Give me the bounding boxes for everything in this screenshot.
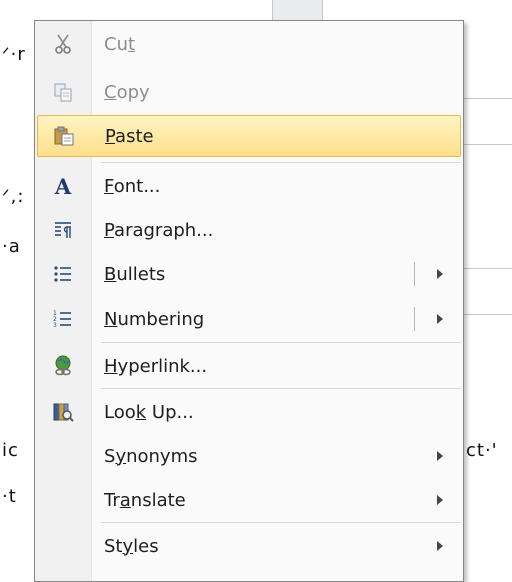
document-text: ic <box>2 440 19 461</box>
submenu-arrow-icon[interactable] <box>437 269 443 279</box>
menu-item-paste[interactable]: Paste <box>37 115 461 157</box>
menu-item-label: Paragraph... <box>104 219 214 241</box>
menu-item-numbering[interactable]: 1 2 3 Numbering <box>37 298 461 340</box>
context-menu: Cut Copy Paste A Font... Paragraph... Bu… <box>34 20 464 582</box>
menu-item-paragraph[interactable]: Paragraph... <box>37 209 461 251</box>
table-border <box>462 268 512 269</box>
paragraph-icon <box>37 209 89 251</box>
menu-item-cut[interactable]: Cut <box>37 23 461 65</box>
menu-item-label: Bullets <box>104 263 166 285</box>
menu-item-label: Paste <box>105 125 154 147</box>
menu-item-label: Look Up... <box>104 401 194 423</box>
menu-icon-placeholder <box>37 479 89 521</box>
submenu-arrow-icon <box>437 495 443 505</box>
copy-icon <box>37 71 89 113</box>
menu-icon-placeholder <box>37 435 89 477</box>
menu-item-label: Numbering <box>104 308 205 330</box>
menu-item-label: Synonyms <box>104 445 198 467</box>
document-text: ᐟ,: <box>2 186 25 207</box>
submenu-arrow-icon <box>437 451 443 461</box>
menu-item-copy[interactable]: Copy <box>37 71 461 113</box>
numbering-icon: 1 2 3 <box>37 298 89 340</box>
document-text: ·t <box>2 486 17 507</box>
menu-item-label: Styles <box>104 535 159 557</box>
svg-text:3: 3 <box>53 322 57 329</box>
table-border <box>462 98 512 99</box>
split-button-divider <box>414 307 415 331</box>
document-text: ᐟ·r <box>2 44 26 65</box>
menu-item-label: Copy <box>104 81 150 103</box>
document-text: ·a <box>2 236 21 257</box>
hyperlink-icon <box>37 345 89 387</box>
scissors-icon <box>37 23 89 65</box>
bullets-icon <box>37 253 89 295</box>
menu-item-label: Font... <box>104 175 161 197</box>
menu-separator <box>101 388 461 389</box>
menu-item-label: Cut <box>104 33 136 55</box>
menu-item-styles[interactable]: Styles <box>37 525 461 567</box>
menu-item-look-up[interactable]: Look Up... <box>37 391 461 433</box>
table-border <box>462 144 512 145</box>
menu-separator <box>101 342 461 343</box>
menu-icon-placeholder <box>37 525 89 567</box>
menu-item-label: Translate <box>104 489 186 511</box>
menu-item-hyperlink[interactable]: Hyperlink... <box>37 345 461 387</box>
font-icon: A <box>54 173 72 199</box>
menu-separator <box>101 522 461 523</box>
table-border <box>462 314 512 315</box>
research-icon <box>37 391 89 433</box>
submenu-arrow-icon <box>437 541 443 551</box>
menu-item-bullets[interactable]: Bullets <box>37 253 461 295</box>
menu-item-synonyms[interactable]: Synonyms <box>37 435 461 477</box>
menu-item-label: Hyperlink... <box>104 355 208 377</box>
split-button-divider <box>414 262 415 286</box>
paste-icon <box>38 115 90 157</box>
menu-separator <box>101 162 461 163</box>
document-text: ct·' <box>466 440 498 461</box>
submenu-arrow-icon[interactable] <box>437 314 443 324</box>
menu-item-translate[interactable]: Translate <box>37 479 461 521</box>
menu-item-font[interactable]: A Font... <box>37 165 461 207</box>
